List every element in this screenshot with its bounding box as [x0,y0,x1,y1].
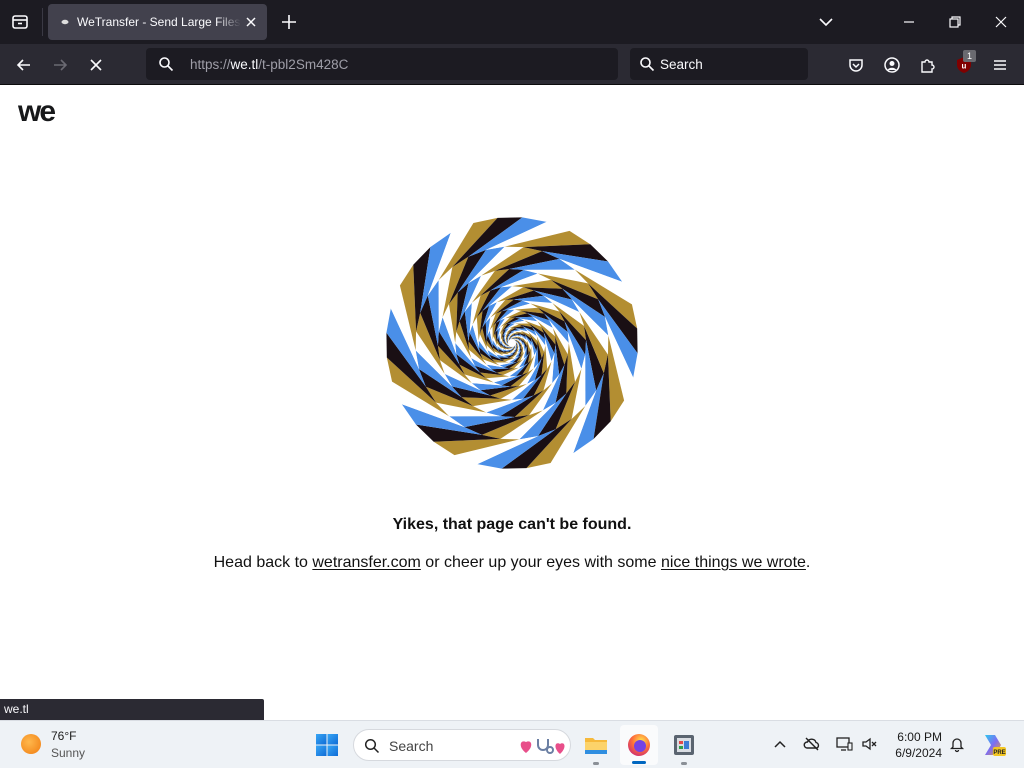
weather-temperature[interactable]: 76°F [51,729,76,743]
close-window-icon[interactable] [991,12,1011,32]
tab-title: WeTransfer - Send Large Files & Share Ph… [77,15,241,29]
pocket-icon[interactable] [846,55,866,75]
message-prefix: Head back to [213,554,313,571]
account-icon[interactable] [882,55,902,75]
stop-loading-icon[interactable] [86,55,106,75]
search-bar-label: Search [660,57,703,72]
address-bar[interactable]: https://we.tl/t-pbl2Sm428C [146,48,618,80]
link-status-bar: we.tl [0,699,264,720]
onedrive-offline-icon[interactable] [803,735,821,753]
explorer-running-indicator [593,762,599,765]
spiral-illustration [386,217,638,469]
app-running-indicator [681,762,687,765]
url-text[interactable]: https://we.tl/t-pbl2Sm428C [190,57,348,72]
new-tab-icon[interactable] [280,13,298,31]
nice-things-link[interactable]: nice things we wrote [661,554,806,571]
error-headline: Yikes, that page can't be found. [392,516,632,533]
system-clock[interactable]: 6:00 PM 6/9/2024 [880,729,942,761]
svg-text:PRE: PRE [993,750,1005,756]
firefox-active-indicator [632,761,646,764]
firefox-icon[interactable] [625,731,653,759]
taskbar-search-label: Search [389,738,434,754]
page-content: we Yikes, that page can't be found. Head… [0,85,1024,720]
notification-bell-icon[interactable] [948,735,966,753]
restore-icon[interactable] [945,12,965,32]
forward-arrow-icon[interactable] [50,55,70,75]
minimize-icon[interactable] [899,12,919,32]
url-path: /t-pbl2Sm428C [258,57,349,72]
browser-tab[interactable]: WeTransfer - Send Large Files & Share Ph… [48,4,267,40]
windows-taskbar: 76°F Sunny Search 6:00 PM 6/9/2024 PRE [0,720,1024,768]
close-tab-icon[interactable] [244,15,258,29]
file-explorer-icon[interactable] [582,731,610,759]
extension-count-badge: 1 [963,50,976,62]
message-middle: or cheer up your eyes with some [420,554,661,571]
copilot-icon[interactable]: PRE [979,731,1007,759]
menu-hamburger-icon[interactable] [990,55,1010,75]
message-suffix: . [805,554,811,571]
navigation-toolbar: https://we.tl/t-pbl2Sm428C Search u 1 [0,44,1024,85]
taskbar-search-box[interactable]: Search [353,729,571,761]
sun-weather-icon[interactable] [21,734,41,754]
search-highlight-hearts-icon [520,739,565,754]
logo-text: we [18,99,55,125]
chevron-up-icon[interactable] [771,735,789,753]
clock-date: 6/9/2024 [895,746,942,760]
wetransfer-home-link[interactable]: wetransfer.com [312,554,420,571]
url-host: we.tl [230,57,259,72]
search-icon [159,57,174,72]
windows-start-icon[interactable] [313,731,341,759]
weather-condition[interactable]: Sunny [51,746,85,760]
display-icon[interactable] [835,735,853,753]
error-message: Head back to wetransfer.com or cheer up … [0,554,1024,572]
url-scheme: https:// [190,57,231,72]
extensions-icon[interactable] [918,55,938,75]
firefox-view-icon[interactable] [10,12,30,32]
list-all-tabs-icon[interactable] [817,14,835,30]
back-arrow-icon[interactable] [14,55,34,75]
tab-divider [42,8,43,36]
search-icon [364,738,380,754]
task-app-icon[interactable] [670,731,698,759]
clock-time: 6:00 PM [897,730,942,744]
search-bar[interactable]: Search [630,48,808,80]
volume-muted-icon[interactable] [860,735,878,753]
wetransfer-logo[interactable]: we [18,99,64,125]
search-icon [640,57,655,72]
svg-text:u: u [962,62,967,71]
wetransfer-favicon [61,19,69,25]
tab-strip: WeTransfer - Send Large Files & Share Ph… [0,0,1024,44]
